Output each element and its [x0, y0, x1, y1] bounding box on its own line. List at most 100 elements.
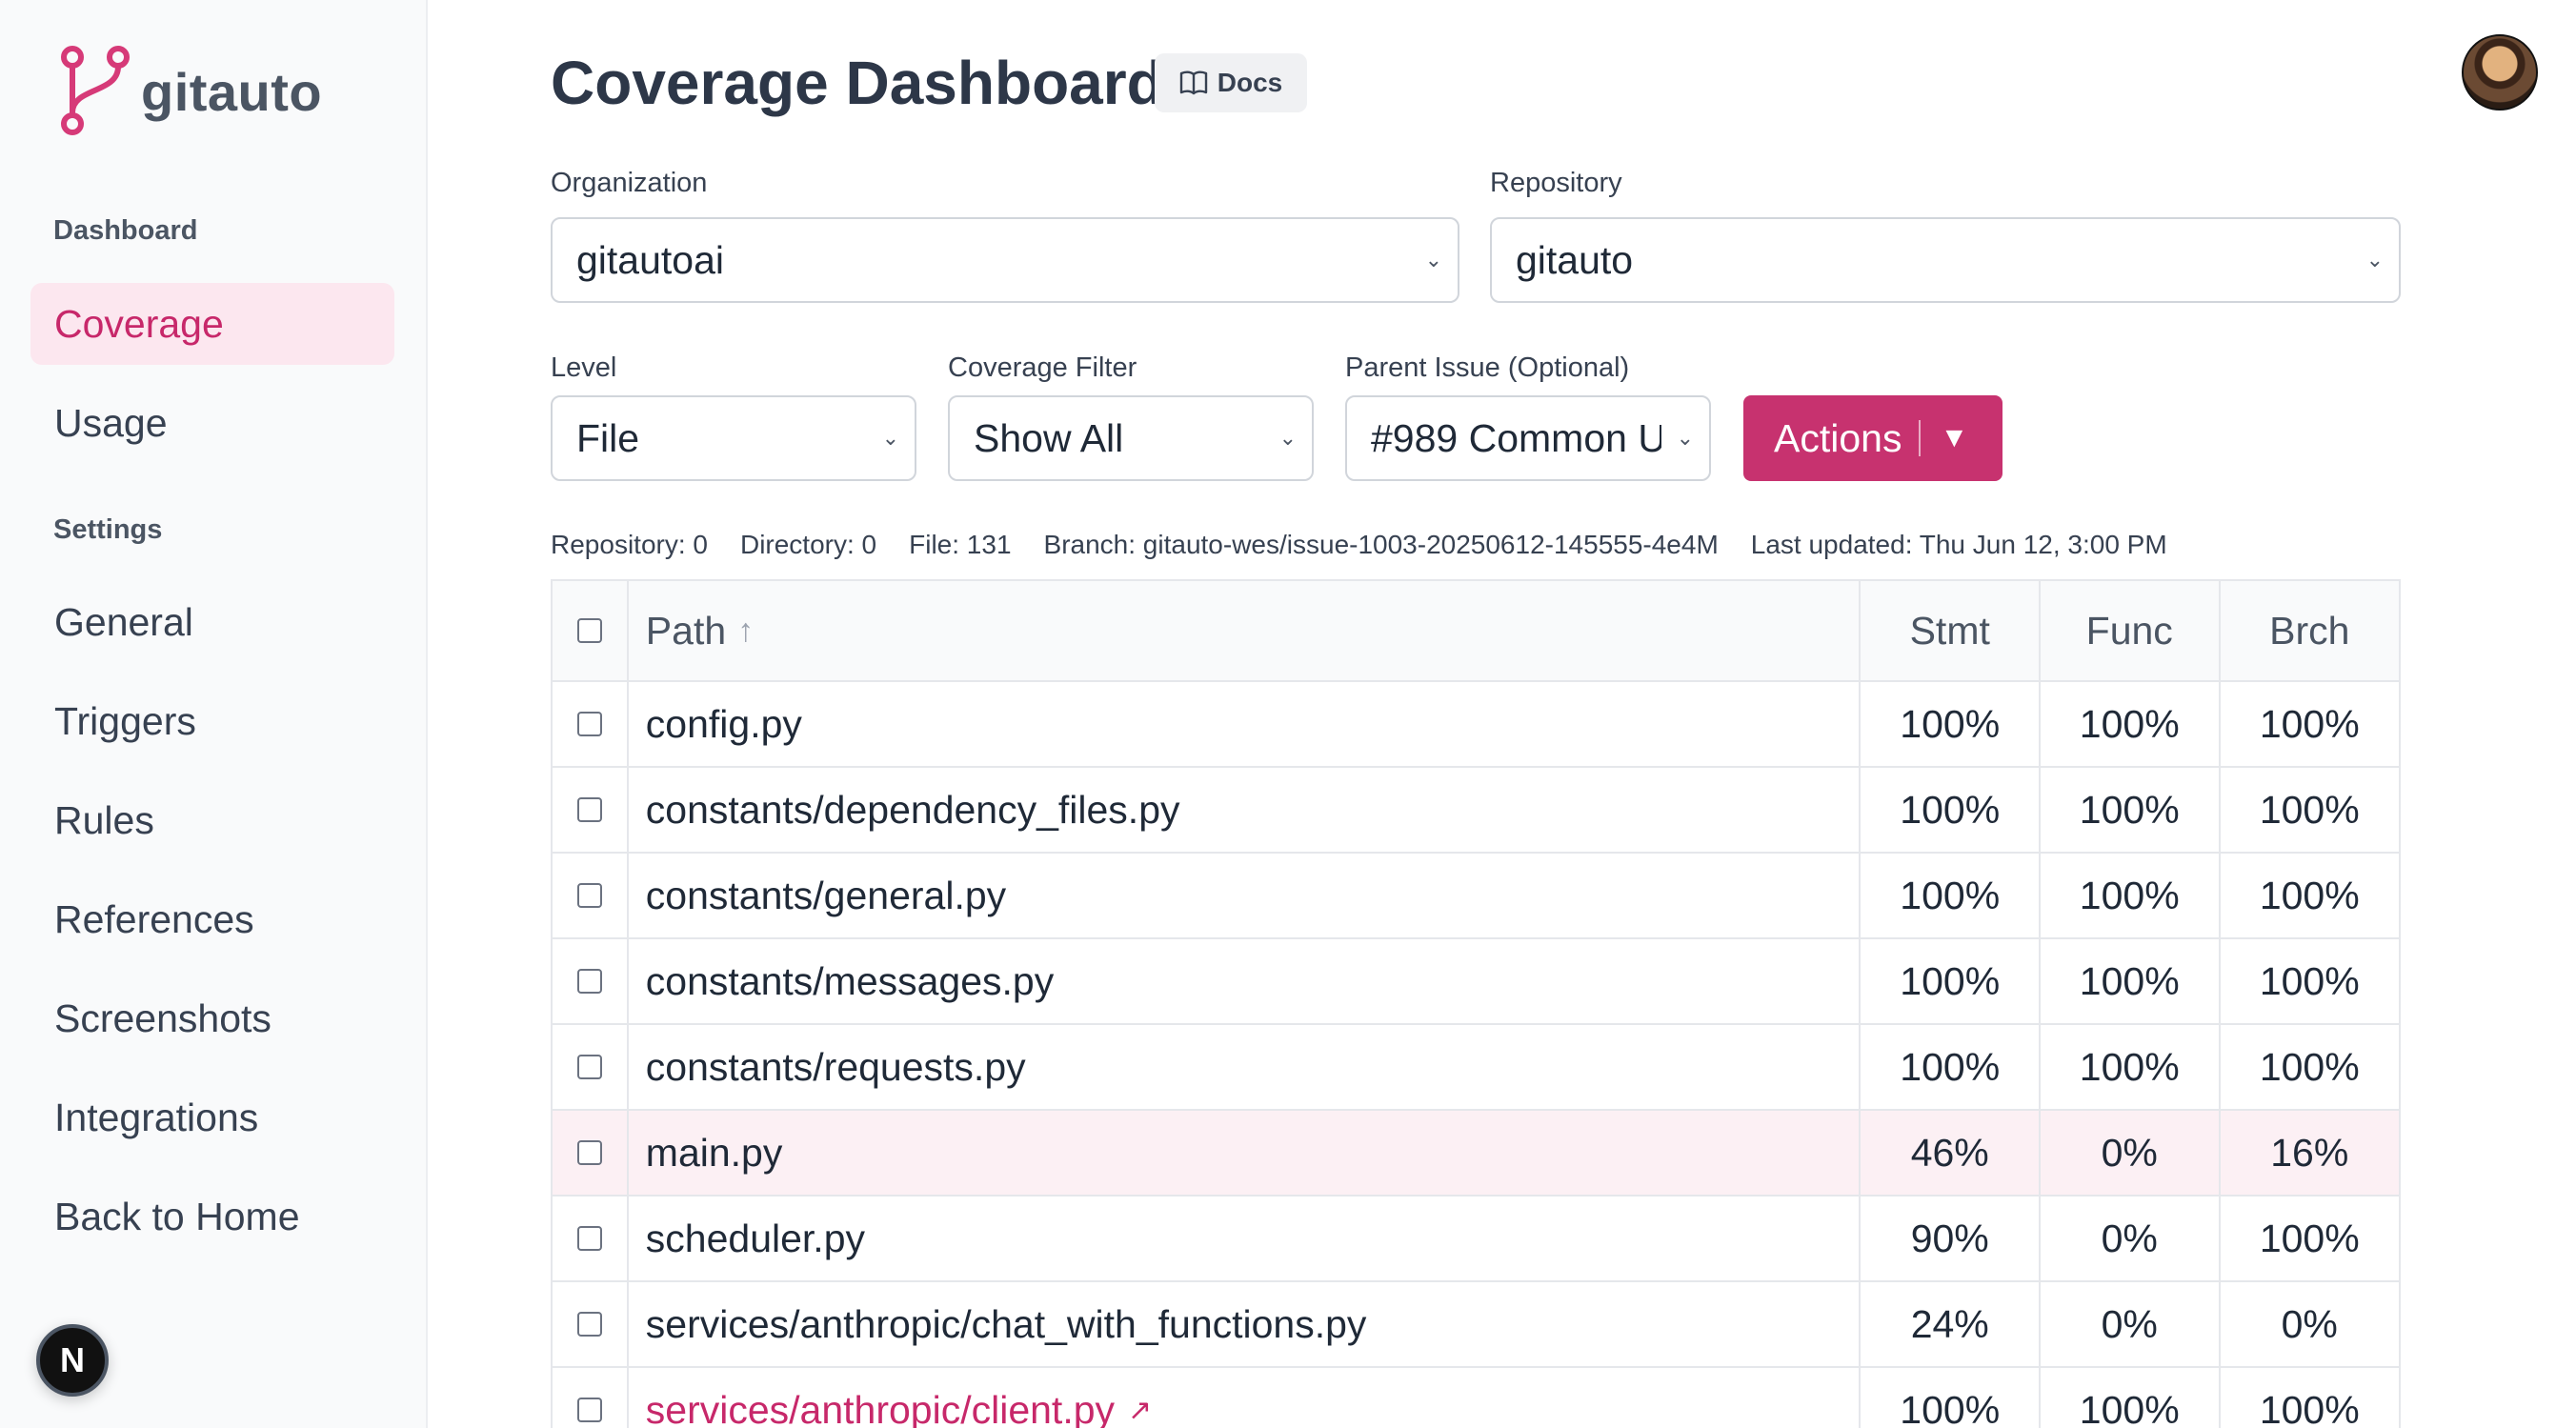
actions-button[interactable]: Actions ▼: [1743, 395, 2002, 481]
column-header-func[interactable]: Func: [2041, 581, 2221, 680]
func-cell: 0%: [2041, 1282, 2221, 1366]
row-checkbox[interactable]: [576, 1140, 602, 1165]
func-cell: 100%: [2041, 939, 2221, 1023]
docs-label: Docs: [1217, 68, 1283, 97]
git-branch-logo-icon: [61, 46, 130, 135]
repository-select[interactable]: gitauto ⌄: [1490, 217, 2401, 303]
path-cell: constants/requests.py: [629, 1025, 1862, 1109]
sidebar-item-screenshots[interactable]: Screenshots: [30, 977, 394, 1059]
func-cell: 100%: [2041, 768, 2221, 852]
sidebar-item-label: General: [54, 599, 193, 644]
stmt-cell: 24%: [1861, 1282, 2041, 1366]
row-checkbox[interactable]: [576, 712, 602, 736]
stmt-cell: 46%: [1861, 1111, 2041, 1195]
sidebar-item-rules[interactable]: Rules: [30, 779, 394, 861]
func-cell: 100%: [2041, 1368, 2221, 1428]
sidebar: gitauto Dashboard Coverage Usage Setting…: [0, 0, 428, 1428]
row-check-cell: [553, 1282, 629, 1366]
user-avatar[interactable]: [2462, 34, 2538, 111]
sidebar-item-integrations[interactable]: Integrations: [30, 1076, 394, 1158]
organization-value: gitautoai: [576, 237, 725, 282]
stmt-cell: 100%: [1861, 854, 2041, 937]
column-header-brch[interactable]: Brch: [2221, 581, 2400, 680]
row-checkbox[interactable]: [576, 883, 602, 908]
sidebar-section-settings: Settings: [53, 514, 163, 545]
sidebar-item-usage[interactable]: Usage: [30, 382, 394, 464]
row-checkbox[interactable]: [576, 1312, 602, 1337]
func-cell: 0%: [2041, 1111, 2221, 1195]
path-cell[interactable]: services/anthropic/client.py ↗: [629, 1368, 1862, 1428]
stat-branch: Branch: gitauto-wes/issue-1003-20250612-…: [1043, 530, 1719, 559]
stat-repository: Repository: 0: [551, 530, 708, 559]
sidebar-item-label: Screenshots: [54, 996, 272, 1040]
logo[interactable]: gitauto: [59, 46, 322, 137]
n-badge-icon[interactable]: N: [36, 1324, 109, 1397]
parent-issue-label: Parent Issue (Optional): [1345, 352, 1630, 383]
func-cell: 100%: [2041, 682, 2221, 766]
stmt-cell: 90%: [1861, 1197, 2041, 1280]
func-cell: 100%: [2041, 854, 2221, 937]
row-check-cell: [553, 1025, 629, 1109]
brch-cell: 100%: [2259, 1216, 2360, 1260]
parent-issue-value: #989 Common Utils: [1371, 415, 1661, 460]
coverage-filter-value: Show All: [974, 415, 1124, 460]
coverage-filter-select[interactable]: Show All ⌄: [948, 395, 1314, 481]
path-cell: main.py: [629, 1111, 1862, 1195]
book-icon: [1179, 70, 1207, 95]
brch-cell: 100%: [2259, 958, 2360, 1003]
column-header-stmt[interactable]: Stmt: [1861, 581, 2041, 680]
coverage-stats: Repository: 0 Directory: 0 File: 131 Bra…: [551, 530, 2167, 560]
path-cell: constants/messages.py: [629, 939, 1862, 1023]
table-header-row: Path ↑ Stmt Func Brch: [553, 581, 2399, 682]
row-checkbox[interactable]: [576, 1055, 602, 1079]
level-value: File: [576, 415, 640, 460]
column-header-path[interactable]: Path ↑: [629, 581, 1862, 680]
row-checkbox[interactable]: [576, 797, 602, 822]
row-checkbox[interactable]: [576, 969, 602, 994]
docs-button[interactable]: Docs: [1155, 53, 1307, 112]
sidebar-item-triggers[interactable]: Triggers: [30, 680, 394, 762]
chevron-down-icon: ⌄: [1676, 426, 1694, 450]
path-cell: services/anthropic/chat_with_functions.p…: [629, 1282, 1862, 1366]
row-check-cell: [553, 939, 629, 1023]
caret-down-icon[interactable]: ▼: [1940, 422, 1968, 454]
sidebar-item-label: Back to Home: [54, 1194, 300, 1238]
select-all-checkbox[interactable]: [576, 618, 602, 643]
stmt-cell: 100%: [1861, 939, 2041, 1023]
sidebar-item-references[interactable]: References: [30, 878, 394, 960]
sidebar-item-label: Coverage: [54, 301, 224, 346]
stmt-cell: 100%: [1861, 1025, 2041, 1109]
brch-cell: 0%: [2281, 1301, 2338, 1346]
brch-cell: 100%: [2259, 787, 2360, 832]
table-row: services/anthropic/chat_with_functions.p…: [553, 1282, 2399, 1368]
external-link-icon[interactable]: ↗: [1128, 1394, 1152, 1427]
table-row: services/anthropic/client.py ↗ 100% 100%…: [553, 1368, 2399, 1428]
level-select[interactable]: File ⌄: [551, 395, 916, 481]
stat-file: File: 131: [909, 530, 1012, 559]
stmt-cell: 100%: [1861, 682, 2041, 766]
logo-text: gitauto: [141, 61, 323, 122]
row-checkbox[interactable]: [576, 1226, 602, 1251]
brch-cell: 100%: [2259, 1044, 2360, 1089]
table-row: constants/messages.py 100% 100% 100%: [553, 939, 2399, 1025]
column-header-label: Path: [645, 608, 727, 653]
organization-select[interactable]: gitautoai ⌄: [551, 217, 1459, 303]
row-checkbox[interactable]: [576, 1398, 602, 1422]
stmt-cell: 100%: [1861, 768, 2041, 852]
sidebar-item-label: Integrations: [54, 1095, 259, 1139]
sidebar-item-coverage[interactable]: Coverage: [30, 283, 394, 365]
sidebar-item-general[interactable]: General: [30, 581, 394, 663]
file-link[interactable]: services/anthropic/client.py: [646, 1388, 1115, 1428]
sidebar-item-back-to-home[interactable]: Back to Home: [30, 1176, 394, 1257]
sidebar-item-label: Rules: [54, 797, 154, 842]
func-cell: 0%: [2041, 1197, 2221, 1280]
sort-ascending-icon[interactable]: ↑: [737, 613, 754, 650]
path-cell: scheduler.py: [629, 1197, 1862, 1280]
actions-divider: [1919, 420, 1922, 456]
func-cell: 100%: [2041, 1025, 2221, 1109]
path-cell: config.py: [629, 682, 1862, 766]
sidebar-item-label: References: [54, 896, 254, 941]
row-check-cell: [553, 1111, 629, 1195]
coverage-table: Path ↑ Stmt Func Brch config.py 100% 100…: [551, 579, 2401, 1428]
parent-issue-select[interactable]: #989 Common Utils ⌄: [1345, 395, 1711, 481]
